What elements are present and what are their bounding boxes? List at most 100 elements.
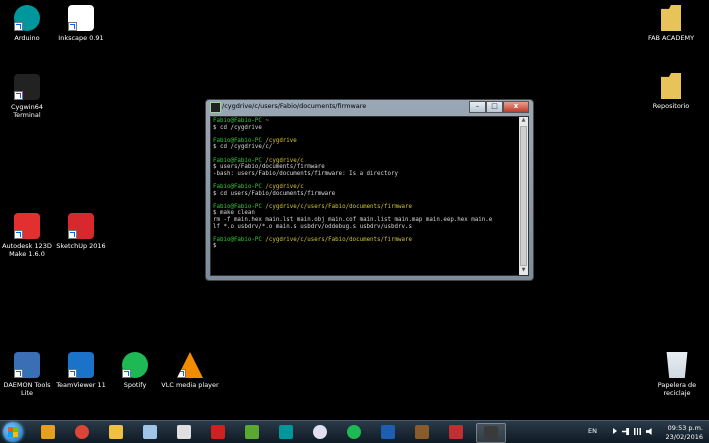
desktop-icon-label: SketchUp 2016	[56, 242, 106, 250]
tools-icon	[415, 425, 429, 439]
spotify-icon	[122, 352, 148, 378]
shortcut-arrow-icon	[14, 230, 23, 239]
clock-time: 09:53 p.m.	[667, 424, 703, 432]
start-button[interactable]	[3, 422, 23, 442]
taskbar-app-inkscape[interactable]	[170, 423, 198, 441]
prompt-user: Fabio@Fabio-PC	[213, 137, 266, 144]
terminal-line: Fabio@Fabio-PC /cygdrive/c	[213, 184, 516, 191]
terminal-text-segment: -bash: users/Fabio/documents/firmware: I…	[213, 170, 398, 177]
taskbar: EN 09:53 p.m. 23/02/2016	[0, 420, 709, 443]
taskbar-app-autodesk[interactable]	[204, 423, 232, 441]
terminal-text-segment: rm -f main.hex main.lst main.obj main.co…	[213, 216, 493, 223]
terminal-line: Fabio@Fabio-PC ~	[213, 118, 516, 125]
media-player-icon	[41, 425, 55, 439]
folder-icon	[661, 73, 681, 99]
taskbar-app-spotify[interactable]	[340, 423, 368, 441]
terminal-text-segment: $ cd users/Fabio/documents/firmware	[213, 190, 336, 197]
terminal-line: $ cd /cygdrive/c/	[213, 144, 516, 151]
spotify-icon	[347, 425, 361, 439]
desktop-icon-vlc[interactable]: VLC media player	[155, 352, 225, 389]
shortcut-arrow-icon	[68, 230, 77, 239]
show-hidden-icons-icon[interactable]	[613, 428, 617, 434]
shortcut-arrow-icon	[122, 369, 131, 378]
taskbar-app-sketchup[interactable]	[238, 423, 266, 441]
taskbar-app-chrome[interactable]	[68, 423, 96, 441]
action-center-flag-icon[interactable]	[622, 428, 629, 435]
scrollbar-thumb[interactable]	[520, 126, 527, 266]
terminal-text-segment: $ cd /cygdrive/c/	[213, 144, 273, 151]
taskbar-app-notepad[interactable]	[136, 423, 164, 441]
desktop-icon-label: FAB ACADEMY	[647, 34, 695, 42]
close-button[interactable]: x	[503, 101, 529, 113]
language-indicator[interactable]: EN	[588, 427, 597, 435]
prompt-path: /cygdrive	[265, 137, 297, 144]
inkscape-icon	[68, 5, 94, 31]
chrome-icon	[75, 425, 89, 439]
cygwin-terminal-icon	[210, 102, 221, 113]
cygwin-terminal-icon	[14, 74, 40, 100]
notepad-icon	[143, 425, 157, 439]
taskbar-app-explorer-ie[interactable]	[34, 423, 62, 441]
network-icon[interactable]	[634, 428, 641, 435]
terminal-line: rm -f main.hex main.lst main.obj main.co…	[213, 217, 516, 224]
desktop-icon-recycle[interactable]: Papelera de reciclaje	[642, 352, 709, 397]
daemon-tools-icon	[14, 352, 40, 378]
prompt-path: /cygdrive/c	[265, 183, 304, 190]
taskbar-app-file-explorer[interactable]	[102, 423, 130, 441]
autodesk-icon	[211, 425, 225, 439]
arduino-icon	[279, 425, 293, 439]
terminal-line: $ cd users/Fabio/documents/firmware	[213, 191, 516, 198]
sketchup-icon	[68, 213, 94, 239]
vertical-scrollbar[interactable]: ▲ ▼	[519, 117, 528, 275]
itunes-icon	[313, 425, 327, 439]
terminal-line: Fabio@Fabio-PC /cygdrive	[213, 138, 516, 145]
desktop-icon-sketchup[interactable]: SketchUp 2016	[46, 213, 116, 250]
shortcut-arrow-icon	[14, 369, 23, 378]
taskbar-app-itunes[interactable]	[306, 423, 334, 441]
cygwin-terminal-window[interactable]: /cygdrive/c/users/Fabio/documents/firmwa…	[205, 99, 534, 281]
shortcut-arrow-icon	[68, 22, 77, 31]
prompt-path: ~	[265, 118, 269, 124]
terminal-line: $ users/Fabio/documents/firmware	[213, 164, 516, 171]
prompt-user: Fabio@Fabio-PC	[213, 203, 266, 210]
terminal-output[interactable]: Fabio@Fabio-PC ~ $ cd /cygdrive Fabio@Fab…	[210, 116, 529, 276]
terminal-line: Fabio@Fabio-PC /cygdrive/c/users/Fabio/d…	[213, 237, 516, 244]
desktop-icon-inkscape[interactable]: Inkscape 0.91	[46, 5, 116, 42]
sketchup-icon	[245, 425, 259, 439]
terminal-text[interactable]: Fabio@Fabio-PC ~ $ cd /cygdrive Fabio@Fab…	[213, 118, 516, 250]
scroll-up-arrow-icon[interactable]: ▲	[519, 117, 528, 125]
terminal-line: $	[213, 243, 516, 250]
terminal-text-segment: lf *.o usbdrv/*.o main.s usbdrv/oddebug.…	[213, 223, 412, 230]
volume-icon[interactable]	[646, 428, 652, 435]
clock[interactable]: 09:53 p.m. 23/02/2016	[666, 424, 703, 442]
minimize-button[interactable]: –	[469, 101, 486, 113]
desktop-icon-repo[interactable]: Repositorio	[636, 73, 706, 110]
recycle-bin-icon	[666, 352, 688, 378]
taskbar-app-tools[interactable]	[408, 423, 436, 441]
terminal-line: lf *.o usbdrv/*.o main.s usbdrv/oddebug.…	[213, 224, 516, 231]
prompt-user: Fabio@Fabio-PC	[213, 157, 266, 164]
scroll-down-arrow-icon[interactable]: ▼	[519, 267, 528, 275]
desktop-icon-cygwin[interactable]: Cygwin64 Terminal	[0, 74, 62, 119]
terminal-text-segment: $ cd /cygdrive	[213, 124, 262, 131]
window-title: /cygdrive/c/users/Fabio/documents/firmwa…	[222, 102, 367, 110]
taskbar-app-screen[interactable]	[442, 423, 470, 441]
folder-icon	[661, 5, 681, 31]
prompt-user: Fabio@Fabio-PC	[213, 236, 266, 243]
desktop-icon-fab[interactable]: FAB ACADEMY	[636, 5, 706, 42]
taskbar-app-arduino[interactable]	[272, 423, 300, 441]
shortcut-arrow-icon	[177, 369, 186, 378]
taskbar-app-photoshop[interactable]	[374, 423, 402, 441]
vlc-icon	[177, 352, 203, 378]
desktop-icon-label: Papelera de reciclaje	[657, 381, 697, 397]
terminal-line: $ cd /cygdrive	[213, 125, 516, 132]
prompt-user: Fabio@Fabio-PC	[213, 183, 266, 190]
cygwin-terminal-icon	[484, 426, 498, 440]
maximize-button[interactable]: □	[486, 101, 503, 113]
window-titlebar[interactable]: /cygdrive/c/users/Fabio/documents/firmwa…	[206, 100, 533, 114]
taskbar-app-cygwin[interactable]	[476, 423, 506, 443]
photoshop-icon	[381, 425, 395, 439]
